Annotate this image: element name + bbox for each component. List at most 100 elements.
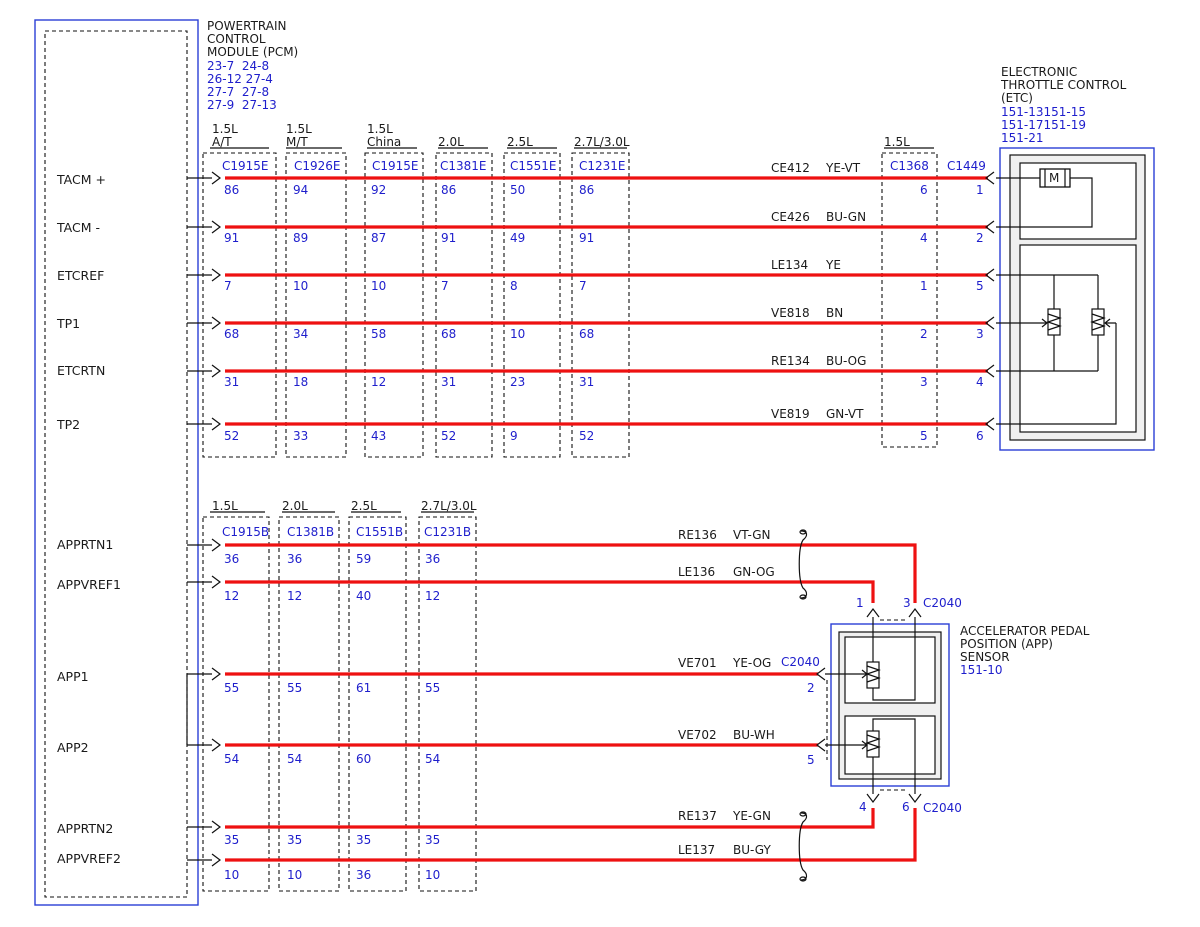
pcm-ref-3[interactable]: 27-7 27-8 bbox=[207, 85, 269, 99]
etc-ref-3[interactable]: 151-21 bbox=[1001, 131, 1044, 145]
wiring-diagram: POWERTRAIN CONTROL MODULE (PCM) 23-7 24-… bbox=[34, 19, 1155, 906]
top-col-1-variant-2: M/T bbox=[286, 135, 308, 149]
c1449-label[interactable]: C1449 bbox=[947, 159, 986, 173]
pin: 92 bbox=[371, 183, 386, 197]
c2040-label-bottom[interactable]: C2040 bbox=[923, 801, 962, 815]
top-col-3-connector[interactable]: C1381E bbox=[440, 159, 487, 173]
pin: 91 bbox=[579, 231, 594, 245]
top-col-5-connector[interactable]: C1231E bbox=[579, 159, 626, 173]
pin: 59 bbox=[356, 552, 371, 566]
circuit-color: GN-OG bbox=[733, 565, 775, 579]
bottom-col-3-connector[interactable]: C1231B bbox=[424, 525, 471, 539]
pin: 43 bbox=[371, 429, 386, 443]
top-col-2-connector[interactable]: C1915E bbox=[372, 159, 419, 173]
bottom-col-0-variant: 1.5L bbox=[212, 499, 238, 513]
top-col-4-connector[interactable]: C1551E bbox=[510, 159, 557, 173]
circuit-id: LE134 bbox=[771, 258, 808, 272]
c1368-label[interactable]: C1368 bbox=[890, 159, 929, 173]
pcm-title-3: MODULE (PCM) bbox=[207, 45, 298, 59]
circuit-color: BU-GN bbox=[826, 210, 866, 224]
pin: 86 bbox=[224, 183, 239, 197]
app-sensor-module[interactable] bbox=[816, 608, 950, 803]
pin: 68 bbox=[441, 327, 456, 341]
bottom-col-3-variant: 2.7L/3.0L bbox=[421, 499, 477, 513]
pcm-module[interactable] bbox=[34, 19, 199, 906]
bottom-wires[interactable] bbox=[225, 543, 917, 862]
pin: 10 bbox=[425, 868, 440, 882]
pin: 60 bbox=[356, 752, 371, 766]
pin: 91 bbox=[224, 231, 239, 245]
circuit-color: YE-GN bbox=[732, 809, 771, 823]
signal-etcrtn: ETCRTN bbox=[57, 363, 105, 378]
circuit-color: BN bbox=[826, 306, 843, 320]
c1368-variant: 1.5L bbox=[884, 135, 910, 149]
pin: 35 bbox=[224, 833, 239, 847]
pin: 3 bbox=[976, 327, 984, 341]
signal-appvref2: APPVREF2 bbox=[57, 851, 121, 866]
pcm-title-2: CONTROL bbox=[207, 32, 266, 46]
pin: 68 bbox=[579, 327, 594, 341]
pin: 31 bbox=[224, 375, 239, 389]
bottom-col-2-connector[interactable]: C1551B bbox=[356, 525, 403, 539]
top-col-0-variant-1: 1.5L bbox=[212, 122, 238, 136]
top-col-0[interactable]: 1.5L A/T C1915E bbox=[202, 122, 277, 458]
circuit-color: VT-GN bbox=[733, 528, 770, 542]
signal-tp1: TP1 bbox=[56, 316, 80, 331]
etc-ref-2[interactable]: 151-17151-19 bbox=[1001, 118, 1086, 132]
etc-ref-1[interactable]: 151-13151-15 bbox=[1001, 105, 1086, 119]
pin: 6 bbox=[902, 800, 910, 814]
motor-symbol: M bbox=[1049, 171, 1059, 185]
pcm-ref-2[interactable]: 26-12 27-4 bbox=[207, 72, 273, 86]
top-col-0-connector[interactable]: C1915E bbox=[222, 159, 269, 173]
circuit-color: BU-OG bbox=[826, 354, 866, 368]
top-col-4-variant-1: 2.5L bbox=[507, 135, 533, 149]
pin: 52 bbox=[579, 429, 594, 443]
pin: 55 bbox=[425, 681, 440, 695]
pcm-ref-4[interactable]: 27-9 27-13 bbox=[207, 98, 277, 112]
bottom-col-0-connector[interactable]: C1915B bbox=[222, 525, 269, 539]
top-connector-columns: 1.5L A/T C1915E 1.5L M/T C1926E 1.5L Chi… bbox=[202, 122, 630, 458]
c1368-column[interactable]: 1.5L C1368 bbox=[881, 135, 938, 448]
pin: 61 bbox=[356, 681, 371, 695]
pcm-title-1: POWERTRAIN bbox=[207, 19, 287, 33]
circuit-id: LE137 bbox=[678, 843, 715, 857]
app-title-2: POSITION (APP) bbox=[960, 637, 1053, 651]
pin: 5 bbox=[807, 753, 815, 767]
pin: 4 bbox=[920, 231, 928, 245]
wire-le136 bbox=[225, 580, 875, 603]
app-ref[interactable]: 151-10 bbox=[960, 663, 1003, 677]
c2040-label-top[interactable]: C2040 bbox=[923, 596, 962, 610]
pin: 23 bbox=[510, 375, 525, 389]
circuit-color: BU-GY bbox=[733, 843, 771, 857]
bottom-col-2-variant: 2.5L bbox=[351, 499, 377, 513]
etc-label: ELECTRONIC THROTTLE CONTROL (ETC) 151-13… bbox=[1000, 65, 1127, 145]
circuit-id: LE136 bbox=[678, 565, 715, 579]
pin: 36 bbox=[425, 552, 440, 566]
top-col-0-variant-2: A/T bbox=[212, 135, 232, 149]
pin: 7 bbox=[224, 279, 232, 293]
pin: 5 bbox=[920, 429, 928, 443]
pcm-ref-1[interactable]: 23-7 24-8 bbox=[207, 59, 269, 73]
pin: 3 bbox=[903, 596, 911, 610]
pin: 8 bbox=[510, 279, 518, 293]
pin: 36 bbox=[287, 552, 302, 566]
top-signal-names: TACM + TACM - ETCREF TP1 ETCRTN TP2 bbox=[56, 172, 106, 432]
pin: 49 bbox=[510, 231, 525, 245]
c2040-label-left[interactable]: C2040 bbox=[781, 655, 820, 669]
pin: 10 bbox=[371, 279, 386, 293]
circuit-color: YE-VT bbox=[825, 161, 861, 175]
bottom-col-1-connector[interactable]: C1381B bbox=[287, 525, 334, 539]
circuit-id: RE136 bbox=[678, 528, 717, 542]
wire-re137 bbox=[225, 808, 875, 829]
pin: 36 bbox=[224, 552, 239, 566]
signal-tacm-plus: TACM + bbox=[56, 172, 106, 187]
top-col-1-connector[interactable]: C1926E bbox=[294, 159, 341, 173]
pin: 10 bbox=[224, 868, 239, 882]
pin: 12 bbox=[425, 589, 440, 603]
pin: 4 bbox=[859, 800, 867, 814]
pin: 89 bbox=[293, 231, 308, 245]
pin: 55 bbox=[287, 681, 302, 695]
pin: 5 bbox=[976, 279, 984, 293]
pin: 31 bbox=[441, 375, 456, 389]
etc-module[interactable]: M bbox=[996, 147, 1155, 451]
